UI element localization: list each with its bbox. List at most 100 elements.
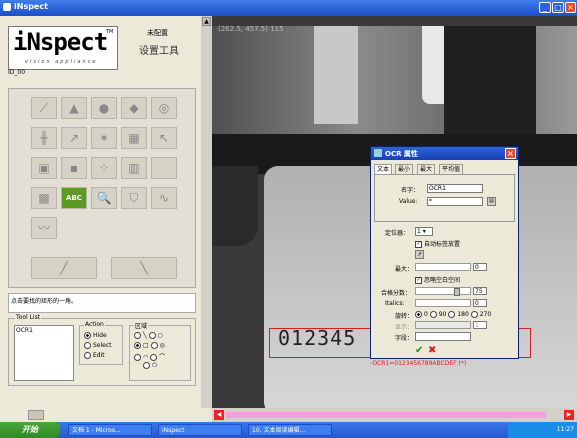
search-tool-button[interactable]: 🔍 <box>91 187 117 209</box>
ok-button[interactable]: ✔ <box>415 345 426 356</box>
triangle-tool-button[interactable]: ▲ <box>61 97 87 119</box>
page-title: 设置工具 <box>139 46 179 57</box>
matrix-tool-button[interactable]: ▩ <box>31 187 57 209</box>
rotate-options[interactable]: 0 90 180 270 <box>415 311 491 318</box>
blob-tool-button[interactable]: ◆ <box>121 97 147 119</box>
action-hide[interactable]: Hide <box>84 332 107 339</box>
eraser-button[interactable]: ╲ <box>111 257 177 279</box>
title-bar: iNspect _ □ × <box>0 0 577 16</box>
barcode-tool-button[interactable]: ▥ <box>121 157 147 179</box>
logo-text: iNspect <box>13 28 108 56</box>
radio-icon <box>415 311 422 318</box>
check-icon: ✓ <box>415 277 422 284</box>
stamp-tool-button[interactable]: ⛉ <box>121 187 147 209</box>
name-field[interactable]: OCR1 <box>427 184 483 193</box>
dots-tool-button[interactable]: ▪ <box>61 157 87 179</box>
left-scrollbar[interactable]: ▲ <box>201 16 212 408</box>
rotate-label: 旋转： <box>395 313 414 320</box>
plate-shadow <box>212 166 258 246</box>
frame-tool-button[interactable]: ▣ <box>31 157 57 179</box>
ignore-space-checkbox[interactable]: ✓ 忽略空白空间 <box>415 275 460 284</box>
measure-tool-button[interactable]: ↖ <box>151 127 177 149</box>
display-field: 1 <box>473 321 487 329</box>
cancel-button[interactable]: ✖ <box>428 345 439 356</box>
auto-label-checkbox[interactable]: ✓ 自动标签放置 <box>415 239 460 248</box>
scatter-tool-button[interactable]: ⁘ <box>91 157 117 179</box>
check-icon: ✓ <box>415 241 422 248</box>
tool-list[interactable]: OCR1 <box>14 325 74 381</box>
value-field[interactable]: * <box>427 197 483 206</box>
grid-tool-button[interactable]: ▦ <box>121 127 147 149</box>
image-scrollbar[interactable]: ◀ ▶ <box>212 408 577 422</box>
region-line-option[interactable]: ╲ ○ <box>134 332 163 339</box>
pencil-button[interactable]: ╱ <box>31 257 97 279</box>
minimize-button[interactable]: _ <box>539 2 551 13</box>
grade-slider[interactable] <box>415 287 471 296</box>
pattern-tool-button[interactable]: ✶ <box>91 127 117 149</box>
taskbar-item-inspect[interactable]: iNspect <box>158 424 242 436</box>
action-edit[interactable]: Edit <box>84 352 105 359</box>
value-label: Value: <box>399 198 418 205</box>
radio-icon <box>150 354 158 361</box>
italics-field[interactable]: 0 <box>473 299 487 307</box>
pick-button[interactable]: ↗ <box>415 250 424 259</box>
left-panel: iNspect TM vision appliance 未配置 设置工具 ID_… <box>0 16 212 408</box>
close-button[interactable]: × <box>565 2 576 13</box>
value-browse-button[interactable]: ▤ <box>487 197 496 206</box>
radio-icon <box>148 332 156 339</box>
slider-thumb[interactable] <box>454 288 460 296</box>
taskbar-item-doc[interactable]: 10. 文本阅读编辑... <box>248 424 332 436</box>
logo: iNspect TM vision appliance <box>8 26 118 70</box>
radio-icon <box>84 352 91 359</box>
italics-slider[interactable] <box>415 299 471 307</box>
curve-tool-button[interactable]: ∿ <box>151 187 177 209</box>
region-poly-option[interactable]: ⬠ <box>134 362 157 369</box>
grade-field[interactable]: 75 <box>473 287 487 295</box>
app-icon <box>3 3 11 11</box>
list-item[interactable]: OCR1 <box>15 326 73 335</box>
job-id: ID_00 <box>8 69 26 76</box>
radio-icon <box>429 311 437 318</box>
window-title: iNspect <box>14 2 48 11</box>
ocr-properties-dialog: OCR 属性 × 文本 最小 最大 平均值 名字： OCR1 Value: * … <box>370 146 519 359</box>
action-title: Action <box>84 321 105 328</box>
scroll-up-icon[interactable]: ▲ <box>202 17 211 26</box>
region-arc-option[interactable]: ◠ ⌒ <box>134 352 165 361</box>
blank-tool-button[interactable] <box>151 157 177 179</box>
scroll-track[interactable] <box>226 412 546 418</box>
max-field[interactable]: 0 <box>473 263 487 271</box>
arrow-tool-button[interactable]: ↗ <box>61 127 87 149</box>
max-slider[interactable] <box>415 263 471 271</box>
font-field[interactable] <box>415 332 471 341</box>
dialog-title: OCR 属性 <box>385 150 418 158</box>
ring-tool-button[interactable]: ◎ <box>151 97 177 119</box>
maximize-button[interactable]: □ <box>552 2 564 13</box>
taskbar-item-word[interactable]: 文档 1 - Micros... <box>68 424 152 436</box>
radio-icon <box>84 332 91 339</box>
region-rect-option[interactable]: □ ◎ <box>134 342 165 349</box>
line-tool-button[interactable]: ⟋ <box>31 97 57 119</box>
tool-list-title: Tool List <box>15 314 42 321</box>
start-button[interactable]: 开始 <box>0 422 60 438</box>
digits-select[interactable]: 1 ▾ <box>415 227 433 236</box>
scroll-left-icon[interactable]: ◀ <box>214 410 224 420</box>
radio-icon <box>448 311 456 318</box>
tool-palette: ⟋ ▲ ● ◆ ◎ ╫ ↗ ✶ ▦ ↖ ▣ ▪ ⁘ ▥ ▩ ABC 🔍 ⛉ ∿ … <box>8 88 196 288</box>
radio-icon <box>150 342 158 349</box>
panel-toggle-button[interactable] <box>28 410 44 420</box>
grade-label: 合格分数： <box>381 290 412 297</box>
wave-tool-button[interactable]: 〰 <box>31 217 57 239</box>
region-group: 区域 ╲ ○ □ ◎ ◠ ⌒ ⬠ <box>129 321 191 381</box>
italics-label: Italics: <box>385 300 405 307</box>
hint-text: 点击要找的矩形的一角。 <box>8 293 196 313</box>
edge-tool-button[interactable]: ╫ <box>31 127 57 149</box>
scroll-right-icon[interactable]: ▶ <box>564 410 574 420</box>
action-select[interactable]: Select <box>84 342 112 349</box>
circle-tool-button[interactable]: ● <box>91 97 117 119</box>
dialog-close-button[interactable]: × <box>505 148 516 159</box>
radio-icon <box>470 311 478 318</box>
ocr-tool-button[interactable]: ABC <box>61 187 87 209</box>
ocr-result-text: -OCR1=0123456789ABCDEF (*) <box>370 360 467 367</box>
text-tab-panel: 名字： OCR1 Value: * ▤ <box>374 174 515 222</box>
name-label: 名字： <box>401 187 420 194</box>
